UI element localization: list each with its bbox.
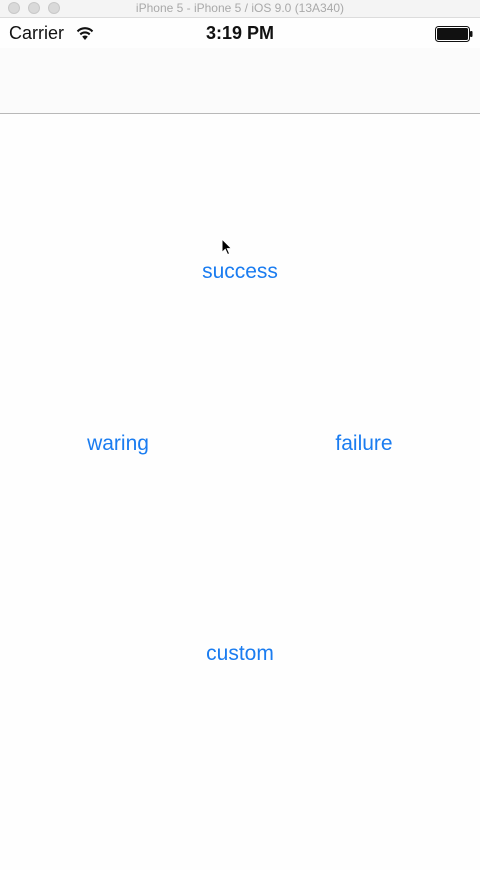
battery-icon bbox=[435, 26, 473, 42]
status-bar: Carrier 3:19 PM bbox=[0, 18, 480, 48]
failure-button[interactable]: failure bbox=[314, 432, 414, 456]
status-time: 3:19 PM bbox=[205, 23, 275, 43]
waring-button[interactable]: waring bbox=[68, 432, 168, 456]
mouse-pointer-icon bbox=[221, 238, 233, 256]
simulator-window: iPhone 5 - iPhone 5 / iOS 9.0 (13A340) C… bbox=[0, 0, 480, 870]
window-titlebar: iPhone 5 - iPhone 5 / iOS 9.0 (13A340) bbox=[0, 0, 480, 18]
main-content: success waring failure custom bbox=[0, 115, 480, 870]
custom-button[interactable]: custom bbox=[190, 642, 290, 666]
window-title: iPhone 5 - iPhone 5 / iOS 9.0 (13A340) bbox=[135, 1, 345, 15]
success-button[interactable]: success bbox=[190, 260, 290, 284]
navigation-bar bbox=[0, 48, 480, 114]
